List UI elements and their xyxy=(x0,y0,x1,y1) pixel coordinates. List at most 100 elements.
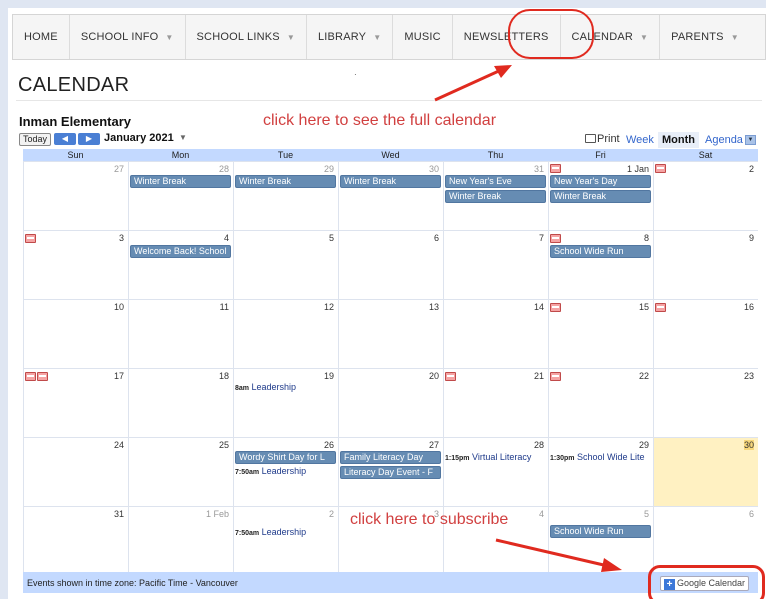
birthday-cake-icon[interactable] xyxy=(655,164,666,173)
day-cell[interactable]: 22 xyxy=(548,369,653,437)
day-cell[interactable]: 20 xyxy=(338,369,443,437)
nav-music[interactable]: MUSIC xyxy=(393,15,453,59)
day-cell[interactable]: 5 xyxy=(548,507,653,575)
tab-month[interactable]: Month xyxy=(658,132,699,148)
day-cell[interactable]: 6 xyxy=(338,231,443,299)
day-cell[interactable]: 16 xyxy=(653,300,758,368)
day-cell[interactable]: 3 xyxy=(23,231,128,299)
day-cell[interactable]: 8 xyxy=(548,231,653,299)
day-number: 7 xyxy=(538,233,544,243)
event-family-literacy-day[interactable]: Family Literacy Day xyxy=(340,451,441,464)
nav-home[interactable]: HOME xyxy=(13,15,70,59)
day-cell[interactable]: 29 xyxy=(548,438,653,506)
event-leadership[interactable]: 7:50am Leadership xyxy=(235,527,335,537)
day-cell[interactable]: 15 xyxy=(548,300,653,368)
nav-parents-label: PARENTS xyxy=(671,31,724,43)
event-school-wide-lite[interactable]: 1:30pm School Wide Lite xyxy=(550,452,651,462)
day-cell[interactable]: 19 xyxy=(233,369,338,437)
day-number: 26 xyxy=(323,440,334,450)
day-number: 27 xyxy=(113,164,124,174)
event-leadership[interactable]: 7:50am Leadership xyxy=(235,466,335,476)
day-number: 23 xyxy=(743,371,754,381)
chevron-down-icon: ▼ xyxy=(286,32,295,42)
birthday-cake-icon[interactable] xyxy=(655,303,666,312)
prev-month-button[interactable]: ◀ xyxy=(54,133,76,145)
day-cell[interactable]: 21 xyxy=(443,369,548,437)
birthday-cake-icon[interactable] xyxy=(25,372,36,381)
view-dropdown-icon[interactable]: ▼ xyxy=(745,135,756,145)
chevron-left-icon: ◀ xyxy=(61,134,69,143)
event-wordy-shirt-day[interactable]: Wordy Shirt Day for L xyxy=(235,451,336,464)
day-number: 16 xyxy=(743,302,754,312)
nav-school-info[interactable]: SCHOOL INFO ▼ xyxy=(70,15,186,59)
day-of-week-header: Sun Mon Tue Wed Thu Fri Sat xyxy=(23,149,758,161)
day-cell[interactable]: 7 xyxy=(443,231,548,299)
day-cell[interactable]: 28 xyxy=(443,438,548,506)
day-cell[interactable]: 27 xyxy=(23,162,128,230)
today-button[interactable]: Today xyxy=(19,133,52,146)
day-cell[interactable]: 18 xyxy=(128,369,233,437)
birthday-cake-icon[interactable] xyxy=(550,303,561,312)
event-time: 7:50am xyxy=(235,530,260,537)
day-cell[interactable]: 11 xyxy=(128,300,233,368)
day-cell[interactable]: 5 xyxy=(233,231,338,299)
day-cell[interactable]: 1 Feb xyxy=(128,507,233,575)
day-cell-today[interactable]: 30 xyxy=(653,438,758,506)
tab-week[interactable]: Week xyxy=(626,132,654,148)
birthday-cake-icon[interactable] xyxy=(37,372,48,381)
birthday-cake-icon[interactable] xyxy=(550,234,561,243)
birthday-cake-icon[interactable] xyxy=(550,372,561,381)
event-school-wide-run[interactable]: School Wide Run xyxy=(550,525,651,538)
day-number: 11 xyxy=(219,302,229,312)
day-cell[interactable]: 24 xyxy=(23,438,128,506)
nav-parents[interactable]: PARENTS ▼ xyxy=(660,15,750,59)
next-month-button[interactable]: ▶ xyxy=(78,133,100,145)
day-number: 9 xyxy=(748,233,754,243)
day-number: 6 xyxy=(748,509,754,519)
chevron-down-icon: ▼ xyxy=(730,32,739,42)
event-leadership[interactable]: 8am Leadership xyxy=(235,382,335,392)
printer-icon xyxy=(585,134,596,143)
day-cell[interactable]: 9 xyxy=(653,231,758,299)
day-cell[interactable]: 12 xyxy=(233,300,338,368)
birthday-cake-icon[interactable] xyxy=(445,372,456,381)
day-cell[interactable]: 13 xyxy=(338,300,443,368)
event-literacy-day-event[interactable]: Literacy Day Event - F xyxy=(340,466,441,479)
tab-agenda[interactable]: Agenda xyxy=(705,132,743,148)
event-time: 7:50am xyxy=(235,469,260,476)
day-cell[interactable]: 2 xyxy=(233,507,338,575)
day-cell[interactable]: 30 xyxy=(338,162,443,230)
day-cell[interactable]: 25 xyxy=(128,438,233,506)
chevron-down-icon[interactable]: ▼ xyxy=(179,133,187,142)
day-cell[interactable]: 4 xyxy=(128,231,233,299)
nav-library[interactable]: LIBRARY ▼ xyxy=(307,15,394,59)
dow-label: Fri xyxy=(595,150,606,160)
nav-school-info-label: SCHOOL INFO xyxy=(80,31,159,43)
event-new-years-day[interactable]: New Year's Day xyxy=(550,175,651,188)
chevron-down-icon: ▼ xyxy=(640,32,649,42)
day-cell[interactable]: 10 xyxy=(23,300,128,368)
event-virtual-literacy[interactable]: 1:15pm Virtual Literacy xyxy=(445,452,546,462)
day-cell[interactable]: 29 xyxy=(233,162,338,230)
day-cell[interactable]: 2 xyxy=(653,162,758,230)
month-label[interactable]: January 2021 xyxy=(104,132,174,144)
event-winter-break[interactable]: Winter Break xyxy=(235,175,336,188)
event-winter-break[interactable]: Winter Break xyxy=(340,175,441,188)
print-button[interactable]: Print xyxy=(585,133,620,145)
event-school-wide-run[interactable]: School Wide Run xyxy=(550,245,651,258)
event-new-years-eve[interactable]: New Year's Eve xyxy=(445,175,546,188)
event-winter-break[interactable]: Winter Break xyxy=(445,190,546,203)
nav-school-links[interactable]: SCHOOL LINKS ▼ xyxy=(186,15,307,59)
birthday-cake-icon[interactable] xyxy=(25,234,36,243)
day-cell[interactable]: 28 xyxy=(128,162,233,230)
day-number: 1 Jan xyxy=(626,164,649,174)
dow-label: Thu xyxy=(487,150,504,160)
event-winter-break[interactable]: Winter Break xyxy=(130,175,231,188)
event-winter-break[interactable]: Winter Break xyxy=(550,190,651,203)
day-cell[interactable]: 23 xyxy=(653,369,758,437)
event-welcome-back[interactable]: Welcome Back! School xyxy=(130,245,231,258)
day-cell[interactable]: 14 xyxy=(443,300,548,368)
day-number: 10 xyxy=(113,302,124,312)
birthday-cake-icon[interactable] xyxy=(550,164,561,173)
day-cell[interactable]: 31 xyxy=(23,507,128,575)
